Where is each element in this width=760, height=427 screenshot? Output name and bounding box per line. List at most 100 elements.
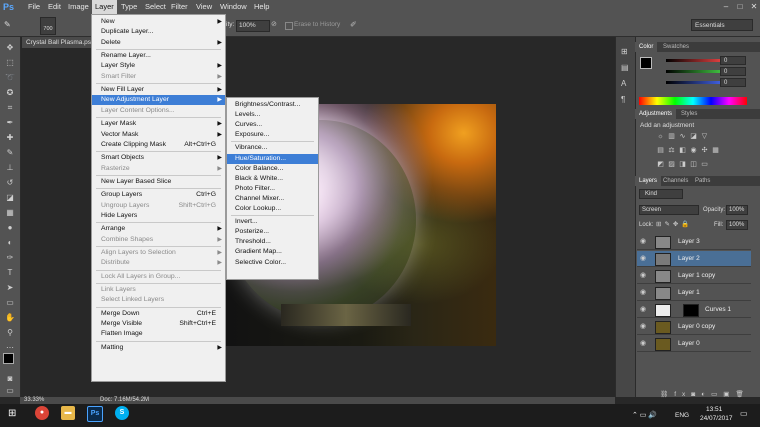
adj-submenu-item-invert[interactable]: Invert... bbox=[227, 217, 318, 227]
layer-menu-item-hide-layers[interactable]: Hide Layers bbox=[92, 211, 225, 221]
layer-name[interactable]: Layer 0 bbox=[678, 339, 700, 349]
adj-submenu-item-threshold[interactable]: Threshold... bbox=[227, 237, 318, 247]
menu-file[interactable]: File bbox=[25, 0, 43, 14]
color-value-input[interactable]: 0 bbox=[720, 56, 746, 65]
erase-to-history-checkbox[interactable] bbox=[285, 22, 293, 30]
layer-row-layer-0[interactable]: ◉ Layer 0 bbox=[637, 336, 751, 352]
layer-menu-item-new-layer-based-slice[interactable]: New Layer Based Slice bbox=[92, 177, 225, 187]
maximize-button[interactable]: □ bbox=[734, 1, 746, 12]
layer-menu-item-duplicate-layer[interactable]: Duplicate Layer... bbox=[92, 27, 225, 37]
layer-menu-item-matting[interactable]: Matting ▶ bbox=[92, 343, 225, 353]
tab-paths[interactable]: Paths bbox=[691, 176, 714, 186]
menu-edit[interactable]: Edit bbox=[45, 0, 64, 14]
layer-menu-item-new-adjustment-layer[interactable]: New Adjustment Layer ▶ bbox=[92, 95, 225, 106]
color-balance-icon[interactable]: ⚖ bbox=[667, 147, 676, 155]
workspace-select[interactable]: Essentials bbox=[691, 19, 753, 31]
adj-submenu-item-color-lookup[interactable]: Color Lookup... bbox=[227, 204, 318, 214]
photo-filter-icon[interactable]: ◉ bbox=[689, 147, 698, 155]
visibility-eye-icon[interactable]: ◉ bbox=[640, 272, 648, 280]
menu-view[interactable]: View bbox=[193, 0, 215, 14]
color-value-input[interactable]: 0 bbox=[720, 78, 746, 87]
adj-submenu-item-posterize[interactable]: Posterize... bbox=[227, 227, 318, 237]
layer-row-layer-0-copy[interactable]: ◉ Layer 0 copy bbox=[637, 319, 751, 335]
tab-swatches[interactable]: Swatches bbox=[659, 42, 693, 52]
eraser-tool-icon[interactable]: ✎ bbox=[4, 19, 24, 31]
adj-submenu-item-brightness-contrast[interactable]: Brightness/Contrast... bbox=[227, 100, 318, 110]
adj-submenu-item-levels[interactable]: Levels... bbox=[227, 110, 318, 120]
menu-image[interactable]: Image bbox=[65, 0, 92, 14]
adj-submenu-item-curves[interactable]: Curves... bbox=[227, 120, 318, 130]
dodge-tool-icon[interactable]: ◐ bbox=[3, 237, 17, 248]
color-lookup-icon[interactable]: ▦ bbox=[711, 147, 720, 155]
channel-mixer-icon[interactable]: ✣ bbox=[700, 147, 709, 155]
layer-menu-item-create-clipping-mask[interactable]: Create Clipping Mask Alt+Ctrl+G bbox=[92, 140, 225, 150]
shape-tool-icon[interactable]: ▭ bbox=[3, 297, 17, 308]
file-explorer-icon[interactable]: ▬ bbox=[61, 406, 75, 420]
layer-name[interactable]: Layer 1 copy bbox=[678, 271, 715, 281]
layer-name[interactable]: Layer 1 bbox=[678, 288, 700, 298]
zoom-tool-icon[interactable]: ⚲ bbox=[3, 327, 17, 338]
hue-saturation-icon[interactable]: ▤ bbox=[656, 147, 665, 155]
foreground-color-swatch[interactable] bbox=[3, 353, 14, 364]
menu-type[interactable]: Type bbox=[118, 0, 140, 14]
tab-styles[interactable]: Styles bbox=[677, 109, 701, 119]
brush-preset-picker[interactable]: 700 bbox=[40, 17, 56, 35]
adj-submenu-item-vibrance[interactable]: Vibrance... bbox=[227, 143, 318, 153]
visibility-eye-icon[interactable]: ◉ bbox=[640, 340, 648, 348]
color-slider-track[interactable] bbox=[666, 70, 721, 73]
layer-menu-item-rename-layer[interactable]: Rename Layer... bbox=[92, 51, 225, 61]
menu-filter[interactable]: Filter bbox=[168, 0, 191, 14]
layer-name[interactable]: Curves 1 bbox=[705, 305, 731, 315]
adj-submenu-item-channel-mixer[interactable]: Channel Mixer... bbox=[227, 194, 318, 204]
quick-mask-icon[interactable]: ◙ bbox=[3, 373, 17, 384]
layer-menu-item-arrange[interactable]: Arrange ▶ bbox=[92, 224, 225, 234]
pen-tool-icon[interactable]: ✑ bbox=[3, 252, 17, 263]
layer-row-curves-1[interactable]: ◉ Curves 1 bbox=[637, 302, 751, 318]
layer-menu-item-new[interactable]: New ▶ bbox=[92, 17, 225, 27]
adj-submenu-item-selective-color[interactable]: Selective Color... bbox=[227, 258, 318, 268]
layer-row-layer-1-copy[interactable]: ◉ Layer 1 copy bbox=[637, 268, 751, 284]
type-tool-icon[interactable]: T bbox=[3, 267, 17, 278]
layer-row-layer-3[interactable]: ◉ Layer 3 bbox=[637, 234, 751, 250]
lock-icons[interactable]: ⊞✎✥🔒 bbox=[656, 220, 692, 230]
tab-channels[interactable]: Channels bbox=[659, 176, 692, 186]
eraser-tool-icon[interactable]: ◪ bbox=[3, 192, 17, 203]
posterize-icon[interactable]: ▨ bbox=[667, 161, 676, 169]
threshold-icon[interactable]: ◨ bbox=[678, 161, 687, 169]
hand-tool-icon[interactable]: ✋ bbox=[3, 312, 17, 323]
brightness-contrast-icon[interactable]: ☼ bbox=[656, 133, 665, 141]
quick-select-tool-icon[interactable]: ✪ bbox=[3, 87, 17, 98]
zoom-level[interactable]: 33.33% bbox=[24, 396, 44, 404]
layer-menu-item-new-fill-layer[interactable]: New Fill Layer ▶ bbox=[92, 85, 225, 95]
eyedropper-tool-icon[interactable]: ✒ bbox=[3, 117, 17, 128]
color-slider-b[interactable]: 0 bbox=[658, 78, 758, 87]
input-language[interactable]: ENG bbox=[675, 412, 689, 420]
layer-menu-item-smart-objects[interactable]: Smart Objects ▶ bbox=[92, 153, 225, 163]
pressure-size-icon[interactable]: ✐ bbox=[350, 20, 357, 30]
chrome-icon[interactable]: ● bbox=[35, 406, 49, 420]
menu-layer[interactable]: Layer bbox=[92, 0, 117, 14]
blend-mode-select[interactable]: Screen bbox=[639, 205, 699, 215]
layer-filter-kind-select[interactable]: Kind bbox=[639, 189, 683, 199]
adj-submenu-item-exposure[interactable]: Exposure... bbox=[227, 130, 318, 140]
edit-toolbar-icon[interactable]: ⋯ bbox=[3, 342, 17, 353]
screen-mode-icon[interactable]: ▭ bbox=[3, 385, 17, 396]
tab-adjustments[interactable]: Adjustments bbox=[635, 109, 677, 119]
black-white-icon[interactable]: ◧ bbox=[678, 147, 687, 155]
paragraph-panel-icon[interactable]: ¶ bbox=[621, 95, 625, 104]
color-panel-foreground-swatch[interactable] bbox=[640, 57, 652, 69]
gradient-map-icon[interactable]: ▭ bbox=[700, 161, 709, 169]
properties-panel-icon[interactable]: ▤ bbox=[621, 63, 629, 72]
close-button[interactable]: ✕ bbox=[748, 1, 760, 12]
layer-name[interactable]: Layer 2 bbox=[678, 254, 700, 264]
layer-name[interactable]: Layer 0 copy bbox=[678, 322, 715, 332]
clone-stamp-icon[interactable]: ⊥ bbox=[3, 162, 17, 173]
system-tray-icons[interactable]: ⌃ ▭ 🔊 bbox=[632, 412, 657, 420]
layer-name[interactable]: Layer 3 bbox=[678, 237, 700, 247]
layers-footer-icons[interactable]: ⛓fx◙◐▭▣🗑 bbox=[660, 390, 750, 398]
color-slider-r[interactable]: 0 bbox=[658, 56, 758, 65]
invert-icon[interactable]: ◩ bbox=[656, 161, 665, 169]
color-slider-g[interactable]: 0 bbox=[658, 67, 758, 76]
color-value-input[interactable]: 0 bbox=[720, 67, 746, 76]
opacity-input[interactable]: 100% bbox=[236, 20, 270, 32]
